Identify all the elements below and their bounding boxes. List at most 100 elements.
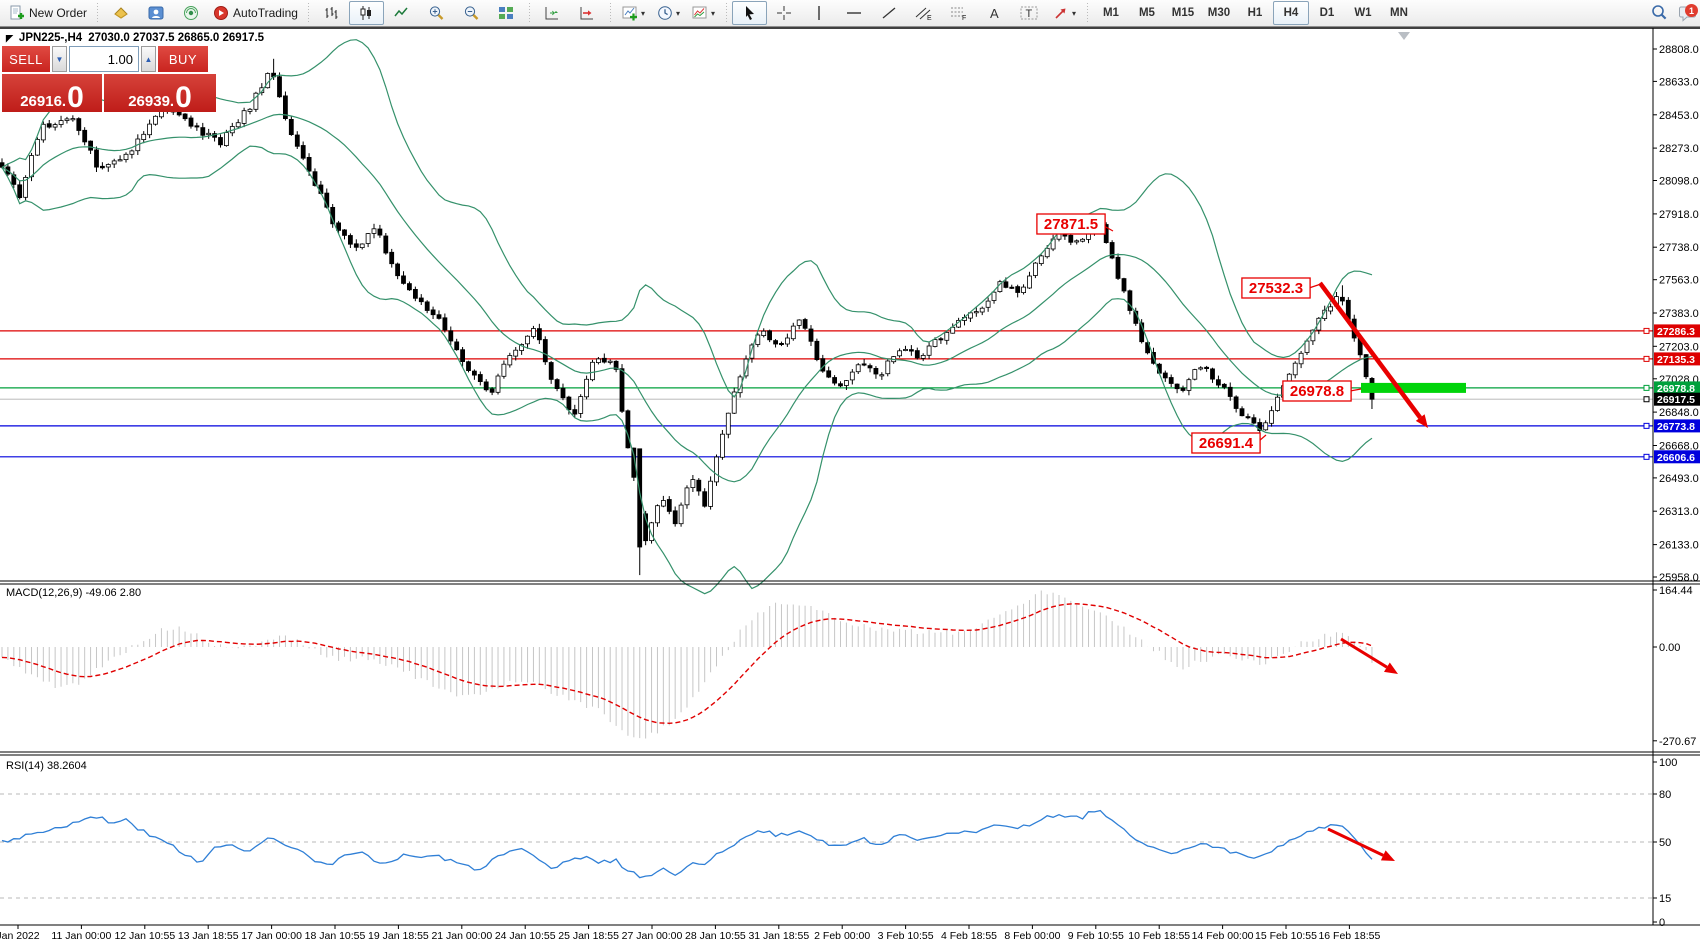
svg-text:12 Jan 10:55: 12 Jan 10:55 [114,930,175,942]
svg-text:26606.6: 26606.6 [1657,452,1695,464]
indicators-button[interactable]: ▾ [616,1,651,25]
chart-shift-button[interactable] [570,1,605,25]
dropdown-arrow-icon: ▾ [676,9,680,18]
fibonacci-icon: F [950,5,968,21]
sell-button[interactable]: SELL [2,46,50,72]
tile-windows-button[interactable] [489,1,524,25]
svg-text:A: A [990,6,999,21]
tab-timeframe-m1[interactable]: M1 [1093,1,1129,25]
svg-text:27 Jan 00:00: 27 Jan 00:00 [622,930,683,942]
equidistant-channel-button[interactable]: E [907,1,942,25]
tab-timeframe-w1[interactable]: W1 [1345,1,1381,25]
tab-timeframe-h4[interactable]: H4 [1273,1,1309,25]
svg-text:28273.0: 28273.0 [1659,143,1699,155]
zoom-in-icon [428,5,445,21]
clock-icon [657,5,673,21]
separator [607,3,614,23]
text-button[interactable]: A [977,1,1012,25]
tab-timeframe-m5[interactable]: M5 [1129,1,1165,25]
rsi-panel [0,794,1653,898]
time-axis[interactable]: Jan 202211 Jan 00:0012 Jan 10:5513 Jan 1… [0,925,1380,942]
svg-text:17 Jan 00:00: 17 Jan 00:00 [241,930,302,942]
buy-price-button[interactable]: 26939. 0 [104,74,216,112]
macd-value: -49.06 [85,587,116,599]
svg-text:21 Jan 00:00: 21 Jan 00:00 [431,930,492,942]
tab-timeframe-m30[interactable]: M30 [1201,1,1237,25]
svg-text:28633.0: 28633.0 [1659,76,1699,88]
chart-canvas[interactable]: 28808.028633.028453.028273.028098.027918… [0,0,1700,942]
arrow-objects-button[interactable]: ▾ [1047,1,1082,25]
svg-text:F: F [962,15,966,21]
cursor-icon [742,5,756,21]
volume-increase-button[interactable]: ▲ [141,46,156,72]
macd-signal-value: 2.80 [120,587,141,599]
periods-button[interactable]: ▾ [651,1,686,25]
template-icon [692,5,708,21]
search-button[interactable] [1641,1,1676,25]
tab-timeframe-m15[interactable]: M15 [1165,1,1201,25]
price-callout-text: 27871.5 [1044,216,1098,233]
trade-panel-row1: SELL ▼ ▲ BUY [2,46,218,72]
chart-shift-icon [579,5,595,21]
cursor-button[interactable] [732,1,767,25]
dropdown-arrow-icon: ▾ [1072,9,1076,18]
highlight-zone [1361,383,1466,393]
new-order-button[interactable]: New Order [4,1,92,25]
text-label-button[interactable]: T [1012,1,1047,25]
svg-text:50: 50 [1659,837,1671,849]
scroll-marker-icon [1398,32,1410,40]
trendline-icon [881,5,897,21]
data-window-button[interactable] [138,1,173,25]
signals-icon [183,5,199,21]
chart-wizard-button[interactable] [103,1,138,25]
line-chart-button[interactable] [384,1,419,25]
price-callout-text: 27532.3 [1249,280,1303,297]
new-order-label: New Order [29,6,87,20]
svg-text:26917.5: 26917.5 [1657,394,1695,406]
autotrading-label: AutoTrading [233,6,298,20]
svg-text:26773.8: 26773.8 [1657,421,1695,433]
chart-header: ◤ JPN225-,H4 27030.0 27037.5 26865.0 269… [6,32,264,44]
autotrading-icon [213,5,229,21]
new-order-icon [9,5,25,21]
signals-button[interactable] [173,1,208,25]
horizontal-line-button[interactable] [837,1,872,25]
volume-decrease-button[interactable]: ▼ [52,46,67,72]
svg-text:24 Jan 10:55: 24 Jan 10:55 [495,930,556,942]
crosshair-button[interactable] [767,1,802,25]
equidistant-channel-icon: E [915,5,933,21]
templates-button[interactable]: ▾ [686,1,721,25]
notifications-button[interactable]: 1 [1676,2,1700,24]
tab-timeframe-h1[interactable]: H1 [1237,1,1273,25]
sell-price-button[interactable]: 26916. 0 [2,74,102,112]
search-icon [1650,4,1668,22]
svg-text:4 Feb 18:55: 4 Feb 18:55 [941,930,997,942]
autotrading-button[interactable]: AutoTrading [208,1,303,25]
timeframe-bar: M1M5M15M30H1H4D1W1MN [1093,1,1417,25]
crosshair-icon [776,5,792,21]
auto-scroll-icon [544,5,560,21]
tab-timeframe-mn[interactable]: MN [1381,1,1417,25]
text-label-icon: T [1020,5,1038,21]
separator [94,3,101,23]
chart-menu-icon[interactable]: ◤ [6,34,13,43]
separator [723,3,730,23]
svg-text:100: 100 [1659,757,1677,769]
vertical-line-button[interactable] [802,1,837,25]
fibonacci-button[interactable]: F [942,1,977,25]
svg-text:27918.0: 27918.0 [1659,209,1699,221]
bar-chart-icon [323,5,339,21]
candlestick-chart-button[interactable] [349,1,384,25]
text-a-icon: A [988,5,1001,21]
zoom-out-button[interactable] [454,1,489,25]
trendline-button[interactable] [872,1,907,25]
zoom-in-button[interactable] [419,1,454,25]
svg-text:27738.0: 27738.0 [1659,242,1699,254]
auto-scroll-button[interactable] [535,1,570,25]
buy-button[interactable]: BUY [158,46,208,72]
svg-text:15: 15 [1659,893,1671,905]
price-axis[interactable]: 28808.028633.028453.028273.028098.027918… [1644,44,1700,929]
volume-input[interactable] [69,46,139,72]
bar-chart-button[interactable] [314,1,349,25]
tab-timeframe-d1[interactable]: D1 [1309,1,1345,25]
